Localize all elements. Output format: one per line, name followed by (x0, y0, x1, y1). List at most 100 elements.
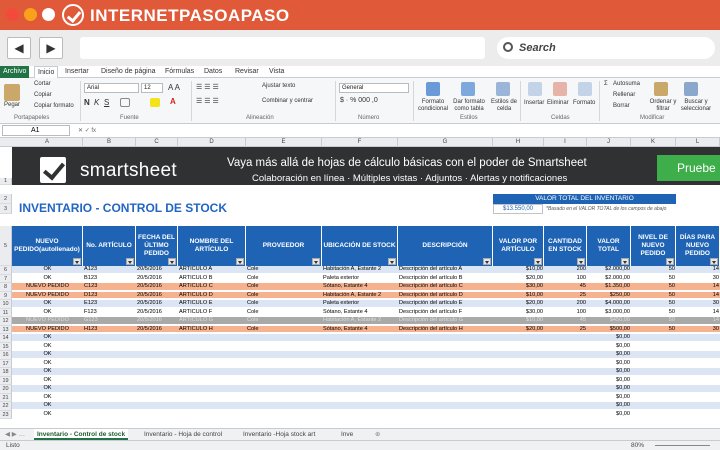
table-row[interactable]: OK $0,00 (12, 410, 720, 418)
table-format-button[interactable]: Dar formato como tabla (452, 99, 486, 113)
row-header[interactable]: 21 (0, 393, 12, 402)
filter-dropdown-icon[interactable] (388, 258, 396, 265)
copy-button[interactable]: Copiar (34, 92, 52, 98)
row-header[interactable]: 18 (0, 368, 12, 377)
row-header[interactable]: 3 (0, 204, 12, 214)
row-header[interactable]: 9 (0, 291, 12, 300)
table-row[interactable]: OK $0,00 (12, 402, 720, 410)
column-header-L[interactable]: L (676, 138, 720, 147)
close-dot-icon[interactable] (6, 8, 19, 21)
font-name-select[interactable]: Arial (84, 83, 139, 93)
table-row[interactable]: NUEVO PEDIDO C123 20/5/2016 ARTÍCULO C Cole S… (12, 283, 720, 291)
try-button[interactable]: Pruebe (657, 155, 720, 181)
table-row[interactable]: OK $0,00 (12, 385, 720, 393)
row-header[interactable]: 10 (0, 300, 12, 309)
row-header[interactable]: 8 (0, 283, 12, 292)
row-header[interactable]: 17 (0, 359, 12, 368)
table-row[interactable]: OK $0,00 (12, 376, 720, 384)
sheet-tab[interactable]: Inventario -Hoja stock art (240, 429, 318, 440)
tab-0[interactable]: Archivo (0, 66, 30, 78)
filter-dropdown-icon[interactable] (534, 258, 542, 265)
tab-7[interactable]: Vista (266, 66, 287, 78)
sort-filter-button[interactable]: Ordenar y filtrar (649, 99, 677, 113)
find-select-button[interactable]: Buscar y seleccionar (677, 99, 715, 113)
filter-dropdown-icon[interactable] (577, 258, 585, 265)
row-header[interactable]: 12 (0, 317, 12, 326)
tab-4[interactable]: Fórmulas (162, 66, 197, 78)
filter-dropdown-icon[interactable] (483, 258, 491, 265)
column-header-G[interactable]: G (398, 138, 493, 147)
column-header-D[interactable]: D (178, 138, 246, 147)
merge-center-button[interactable]: Combinar y centrar (262, 98, 313, 104)
tab-6[interactable]: Revisar (232, 66, 262, 78)
tab-5[interactable]: Datos (201, 66, 225, 78)
column-header-J[interactable]: J (587, 138, 631, 147)
add-sheet-icon[interactable]: ⊕ (372, 429, 383, 440)
filter-dropdown-icon[interactable] (73, 258, 81, 265)
italic-button[interactable]: K (94, 98, 99, 107)
number-format-select[interactable]: General (339, 83, 409, 93)
tab-scroll-arrows[interactable]: ◀ ▶ … (2, 429, 28, 440)
font-color-icon[interactable]: A (170, 97, 176, 106)
table-row[interactable]: OK $0,00 (12, 393, 720, 401)
clear-button[interactable]: Borrar (613, 103, 630, 109)
underline-button[interactable]: S (104, 98, 109, 107)
minimize-dot-icon[interactable] (24, 8, 37, 21)
row-header[interactable]: 11 (0, 308, 12, 317)
forward-button[interactable]: ▶ (39, 37, 63, 59)
address-bar[interactable] (80, 37, 485, 59)
table-row[interactable]: OK B123 20/5/2016 ARTÍCULO B Cole Paleta exte… (12, 274, 720, 282)
sheet-tab[interactable]: Inventario - Control de stock (34, 429, 129, 440)
row-header[interactable]: 16 (0, 351, 12, 360)
smartsheet-banner[interactable]: smartsheet Vaya más allá de hojas de cál… (12, 147, 720, 185)
fx-icon[interactable]: ✕ ✓ fx (78, 127, 96, 134)
grow-font-icon[interactable]: A A (168, 83, 180, 92)
currency-icon[interactable]: $ · % 000 ,0 (340, 97, 378, 104)
row-header[interactable]: 1 (0, 178, 12, 185)
sigma-icon[interactable]: Σ (604, 81, 608, 87)
tab-2[interactable]: Insertar (62, 66, 92, 78)
row-header[interactable]: 19 (0, 376, 12, 385)
paste-icon[interactable] (4, 84, 20, 101)
tab-1[interactable]: Inicio (34, 66, 59, 78)
row-header[interactable]: 13 (0, 325, 12, 334)
column-header-I[interactable]: I (544, 138, 587, 147)
fill-button[interactable]: Rellenar (613, 92, 635, 98)
insert-icon[interactable] (528, 82, 542, 96)
conditional-format-button[interactable]: Formato condicional (416, 99, 450, 113)
conditional-format-icon[interactable] (426, 82, 440, 96)
cell-styles-button[interactable]: Estilos de celda (489, 99, 519, 113)
row-header[interactable]: 2 (0, 194, 12, 204)
filter-dropdown-icon[interactable] (710, 258, 718, 265)
align-top-icon[interactable]: ☰ ☰ ☰ (196, 83, 219, 91)
table-row[interactable]: NUEVO PEDIDO H123 20/5/2016 ARTÍCULO H Cole S… (12, 325, 720, 333)
column-header-C[interactable]: C (136, 138, 178, 147)
format-icon[interactable] (578, 82, 592, 96)
autosum-button[interactable]: Autosuma (613, 81, 640, 87)
align-left-icon[interactable]: ☰ ☰ ☰ (196, 97, 219, 105)
table-row[interactable]: OK E123 20/5/2016 ARTÍCULO E Cole Paleta exte… (12, 300, 720, 308)
column-header-A[interactable]: A (12, 138, 83, 147)
insert-button[interactable]: Insertar (524, 100, 544, 106)
column-header-E[interactable]: E (246, 138, 322, 147)
table-row[interactable]: OK A123 20/5/2016 ARTÍCULO A Cole Habitación … (12, 266, 720, 274)
row-header[interactable]: 15 (0, 342, 12, 351)
paste-button[interactable]: Pegar (4, 102, 20, 108)
sort-filter-icon[interactable] (654, 82, 668, 96)
maximize-dot-icon[interactable] (42, 8, 55, 21)
delete-button[interactable]: Eliminar (547, 100, 569, 106)
find-select-icon[interactable] (684, 82, 698, 96)
row-header[interactable]: 23 (0, 410, 12, 419)
column-header-B[interactable]: B (83, 138, 136, 147)
column-header-H[interactable]: H (493, 138, 544, 147)
column-header-F[interactable]: F (322, 138, 398, 147)
cut-button[interactable]: Cortar (34, 81, 51, 87)
table-row[interactable]: NUEVO PEDIDO D123 20/5/2016 ARTÍCULO D Cole H… (12, 291, 720, 299)
delete-icon[interactable] (553, 82, 567, 96)
search-box[interactable]: Search (497, 37, 715, 59)
table-row[interactable]: OK F123 20/5/2016 ARTÍCULO F Cole Sótano, Est… (12, 308, 720, 316)
fill-color-icon[interactable] (150, 98, 160, 107)
table-row[interactable]: OK $0,00 (12, 351, 720, 359)
sheet-tab[interactable]: Inventario - Hoja de control (141, 429, 225, 440)
filter-dropdown-icon[interactable] (312, 258, 320, 265)
